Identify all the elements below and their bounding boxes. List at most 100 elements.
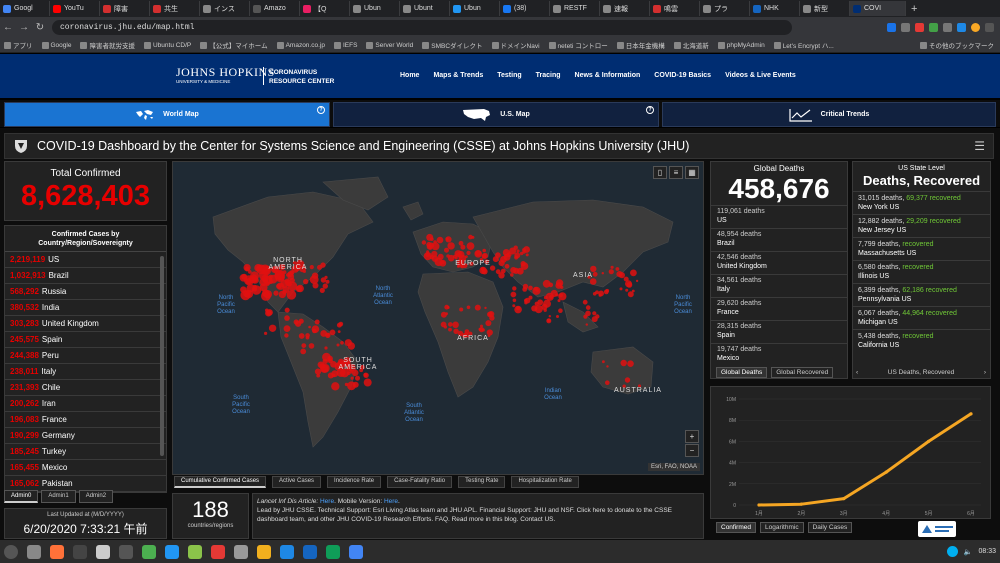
case-marker[interactable]: [514, 255, 519, 260]
profile-icon[interactable]: [971, 23, 980, 32]
taskbar-app-icon[interactable]: [211, 544, 225, 559]
case-marker[interactable]: [320, 262, 326, 268]
taskbar-app-icon[interactable]: [165, 544, 179, 559]
case-marker[interactable]: [619, 287, 623, 291]
deaths-tab[interactable]: Global Deaths: [716, 367, 768, 378]
death-row[interactable]: 29,620 deaths France: [711, 297, 847, 320]
case-marker[interactable]: [254, 264, 263, 272]
crc-logo[interactable]: CORONAVIRUS RESOURCE CENTER: [269, 68, 334, 86]
zoom-in-button[interactable]: +: [685, 430, 699, 443]
case-marker[interactable]: [320, 330, 328, 337]
taskbar-app-icon[interactable]: [96, 544, 110, 559]
country-row[interactable]: 165,455 Mexico: [5, 460, 166, 476]
jhu-logo[interactable]: JOHNS HOPKINS: [176, 65, 275, 80]
case-marker[interactable]: [277, 270, 284, 276]
browser-tab[interactable]: Ubunt: [400, 1, 450, 16]
case-marker[interactable]: [592, 271, 598, 277]
map-layer-tab[interactable]: Cumulative Confirmed Cases: [174, 476, 267, 488]
case-marker[interactable]: [531, 305, 538, 312]
case-marker[interactable]: [474, 304, 481, 311]
death-row[interactable]: 28,315 deaths Spain: [711, 320, 847, 343]
menu-icon[interactable]: [985, 23, 994, 32]
case-marker[interactable]: [479, 266, 487, 275]
country-row[interactable]: 245,575 Spain: [5, 332, 166, 348]
start-menu-icon[interactable]: [4, 544, 18, 559]
taskbar-app-icon[interactable]: [234, 544, 248, 559]
case-marker[interactable]: [344, 339, 352, 347]
case-marker[interactable]: [436, 236, 444, 244]
browser-tab[interactable]: Ubun: [350, 1, 400, 16]
case-marker[interactable]: [446, 306, 450, 309]
case-marker[interactable]: [482, 248, 487, 253]
case-marker[interactable]: [466, 305, 471, 310]
chart-tab[interactable]: Daily Cases: [807, 522, 853, 533]
world-map-canvas[interactable]: NorthPacificOceanNorthAtlanticOceanNorth…: [173, 162, 704, 475]
back-icon[interactable]: ←: [0, 22, 16, 33]
case-marker[interactable]: [363, 372, 368, 377]
case-marker[interactable]: [298, 318, 304, 324]
case-marker[interactable]: [510, 267, 517, 274]
country-row[interactable]: 2,219,119 US: [5, 252, 166, 268]
case-marker[interactable]: [308, 325, 311, 329]
death-row[interactable]: 48,954 deaths Brazil: [711, 228, 847, 251]
taskbar-app-icon[interactable]: [50, 544, 64, 559]
case-marker[interactable]: [582, 299, 588, 305]
taskbar-app-icon[interactable]: [119, 544, 133, 559]
browser-tab[interactable]: インス: [200, 1, 250, 16]
case-marker[interactable]: [620, 359, 627, 367]
map-layer-tab[interactable]: Incidence Rate: [327, 476, 382, 488]
case-marker[interactable]: [337, 330, 341, 333]
case-marker[interactable]: [548, 315, 551, 318]
case-marker[interactable]: [485, 320, 492, 327]
case-marker[interactable]: [444, 247, 449, 253]
case-marker[interactable]: [616, 271, 623, 278]
admin-tab[interactable]: Admin1: [41, 490, 76, 503]
case-marker[interactable]: [284, 333, 289, 338]
case-marker[interactable]: [325, 279, 330, 284]
country-row[interactable]: 303,283 United Kingdom: [5, 316, 166, 332]
case-marker[interactable]: [446, 254, 450, 258]
case-marker[interactable]: [244, 289, 254, 299]
scrollbar[interactable]: [160, 256, 164, 456]
case-marker[interactable]: [555, 282, 563, 289]
case-marker[interactable]: [305, 335, 310, 340]
data-point[interactable]: [757, 503, 761, 507]
country-row[interactable]: 200,262 Iran: [5, 396, 166, 412]
case-marker[interactable]: [615, 267, 620, 271]
state-row[interactable]: 5,438 deaths, recovered California US: [853, 329, 990, 352]
case-marker[interactable]: [284, 307, 290, 313]
case-marker[interactable]: [322, 358, 328, 365]
case-marker[interactable]: [452, 254, 457, 259]
case-marker[interactable]: [439, 259, 447, 267]
bookmark-item[interactable]: Server World: [366, 41, 413, 49]
case-marker[interactable]: [492, 256, 499, 263]
country-row[interactable]: 196,083 France: [5, 412, 166, 428]
country-row[interactable]: 1,032,913 Brazil: [5, 268, 166, 284]
case-marker[interactable]: [314, 319, 320, 325]
case-marker[interactable]: [635, 279, 639, 283]
bookmark-star-icon[interactable]: [887, 23, 896, 32]
case-marker[interactable]: [558, 292, 567, 301]
case-marker[interactable]: [525, 253, 529, 257]
data-point[interactable]: [884, 470, 888, 474]
death-row[interactable]: 19,747 deaths Mexico: [711, 343, 847, 366]
case-marker[interactable]: [347, 381, 356, 391]
site-nav-link[interactable]: Testing: [497, 72, 521, 79]
case-marker[interactable]: [295, 285, 303, 292]
bookmark-item[interactable]: 日本年金機構: [616, 40, 665, 50]
case-marker[interactable]: [453, 328, 459, 334]
taskbar-app-icon[interactable]: [188, 544, 202, 559]
case-marker[interactable]: [522, 283, 529, 290]
critical-trends-button[interactable]: Critical Trends: [662, 102, 996, 127]
case-marker[interactable]: [440, 321, 447, 328]
basemap-icon[interactable]: ▦: [685, 166, 699, 179]
legend-icon[interactable]: ≡: [669, 166, 683, 179]
case-marker[interactable]: [603, 289, 609, 295]
browser-tab[interactable]: 新型: [800, 1, 850, 16]
bookmark-item[interactable]: ドメインNavi: [491, 40, 540, 50]
site-nav-link[interactable]: News & Information: [575, 72, 641, 79]
case-marker[interactable]: [504, 263, 510, 269]
case-marker[interactable]: [546, 318, 552, 324]
bookmark-item[interactable]: SMBCダイレクト: [422, 40, 483, 50]
case-marker[interactable]: [282, 286, 290, 293]
